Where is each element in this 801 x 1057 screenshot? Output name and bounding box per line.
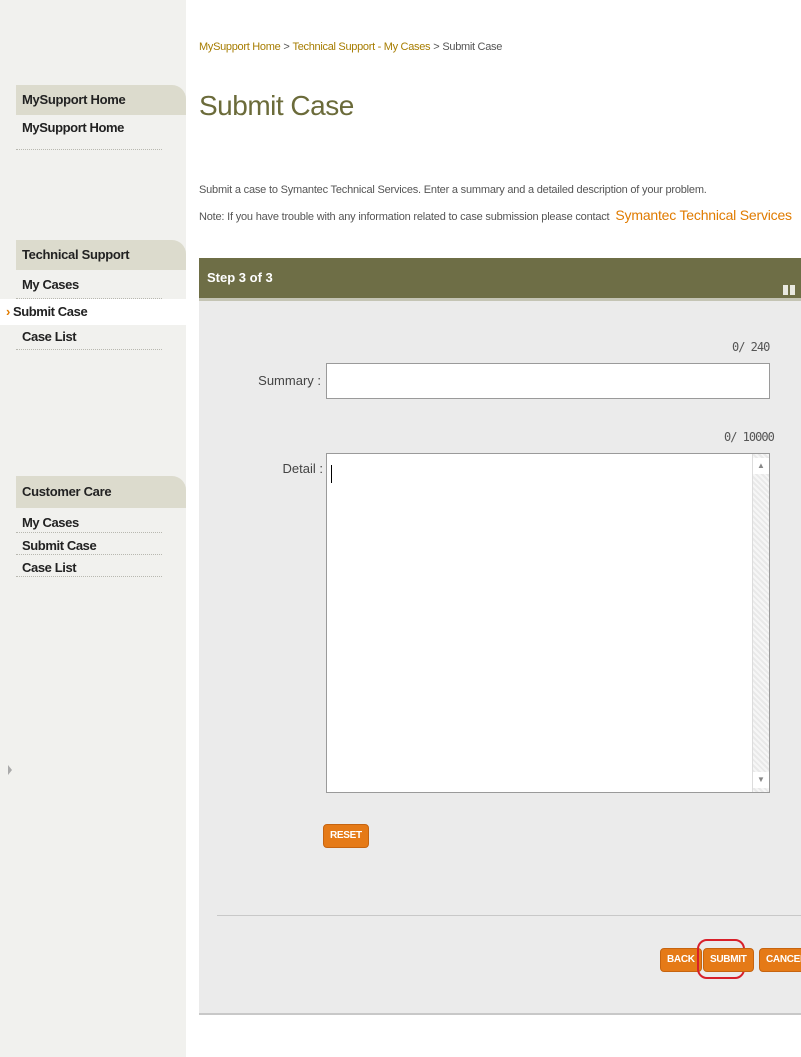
intro-note: Note: If you have trouble with any infor…: [199, 211, 610, 223]
step-panel-header: Step 3 of 3: [199, 258, 801, 301]
submit-button[interactable]: SUBMIT: [703, 948, 754, 972]
panel-divider: [217, 915, 801, 916]
detail-char-counter: 0/ 10000: [724, 430, 775, 444]
sidebar-item-care-case-list[interactable]: Case List: [16, 555, 162, 577]
scroll-down-icon[interactable]: ▼: [753, 772, 769, 788]
breadcrumb-separator: >: [433, 41, 440, 53]
back-button[interactable]: BACK: [660, 948, 702, 972]
intro-text: Submit a case to Symantec Technical Serv…: [199, 178, 792, 230]
sidebar-section-mysupport: MySupport Home MySupport Home: [16, 85, 186, 150]
breadcrumb-current: Submit Case: [442, 41, 503, 53]
step-label: Step 3 of 3: [207, 270, 273, 285]
sidebar-section-header-mysupport: MySupport Home: [16, 85, 186, 115]
sidebar-section-header-customer-care: Customer Care: [16, 476, 186, 508]
collapse-icon[interactable]: [783, 271, 797, 295]
step-panel: Step 3 of 3 0/ 240 Summary : 0/ 10000 De…: [199, 258, 801, 1015]
sidebar: MySupport Home MySupport Home Technical …: [0, 0, 186, 1057]
sidebar-item-tech-submit-case[interactable]: › Submit Case: [0, 299, 186, 325]
summary-char-counter: 0/ 240: [732, 340, 770, 354]
sidebar-item-tech-case-list[interactable]: Case List: [16, 325, 162, 350]
summary-input[interactable]: [326, 363, 770, 399]
sidebar-item-tech-my-cases[interactable]: My Cases: [16, 270, 162, 299]
scroll-up-icon[interactable]: ▲: [753, 458, 769, 474]
intro-line-2: Note: If you have trouble with any infor…: [199, 203, 792, 230]
text-caret: [331, 465, 332, 483]
sidebar-item-care-my-cases[interactable]: My Cases: [16, 508, 162, 533]
summary-label: Summary :: [258, 373, 321, 388]
contact-support-link[interactable]: Symantec Technical Services: [615, 207, 792, 223]
sidebar-item-mysupport-home[interactable]: MySupport Home: [16, 115, 162, 150]
cancel-button[interactable]: CANCEL: [759, 948, 801, 972]
sidebar-item-care-submit-case[interactable]: Submit Case: [16, 533, 162, 555]
breadcrumb-link-technical-support[interactable]: Technical Support - My Cases: [293, 41, 431, 53]
detail-textarea[interactable]: ▲ ▼: [326, 453, 770, 793]
breadcrumb-link-mysupport-home[interactable]: MySupport Home: [199, 41, 281, 53]
breadcrumb: MySupport Home > Technical Support - My Ca…: [199, 41, 502, 53]
detail-scrollbar[interactable]: ▲ ▼: [752, 454, 769, 792]
sidebar-section-technical-support: Technical Support My Cases › Submit Case …: [0, 240, 186, 350]
sidebar-section-customer-care: Customer Care My Cases Submit Case Case …: [16, 476, 186, 577]
breadcrumb-separator: >: [283, 41, 290, 53]
detail-label: Detail :: [282, 461, 323, 476]
collapse-handle-icon[interactable]: [8, 765, 12, 775]
intro-line-1: Submit a case to Symantec Technical Serv…: [199, 184, 707, 196]
sidebar-item-label: Submit Case: [12, 304, 88, 319]
sidebar-section-header-technical-support: Technical Support: [16, 240, 186, 270]
reset-button[interactable]: RESET: [323, 824, 369, 848]
page-title: Submit Case: [199, 90, 354, 121]
chevron-right-icon: ›: [6, 304, 10, 319]
